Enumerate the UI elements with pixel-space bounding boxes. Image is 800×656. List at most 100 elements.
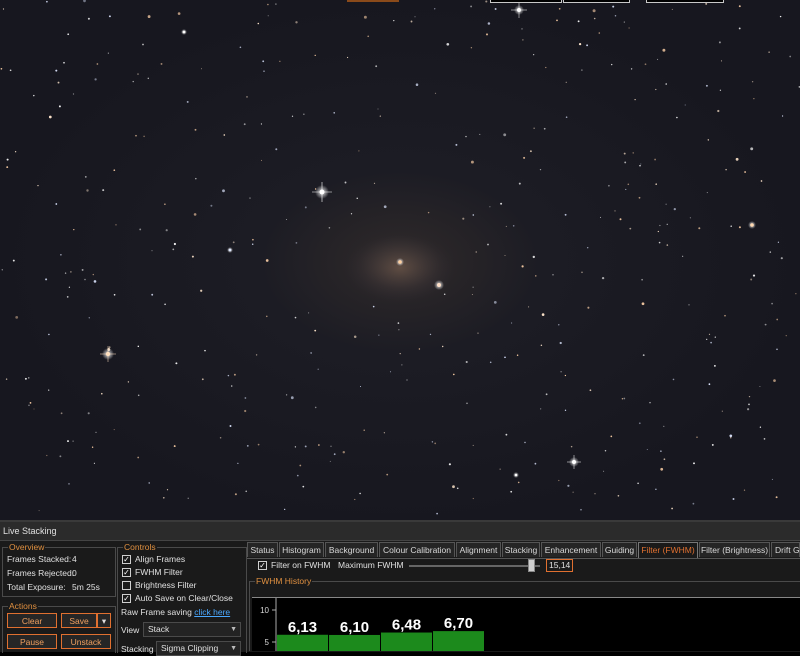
frames-rejected-value: 0 — [72, 568, 77, 578]
star — [505, 225, 507, 227]
tab-filter-fwhm[interactable]: Filter (FWHM) — [638, 542, 698, 558]
filter-on-fwhm-checkbox[interactable]: ✓ — [258, 561, 267, 570]
star — [504, 356, 506, 359]
star — [532, 255, 535, 259]
fwhm-filter-checkbox[interactable]: ✓ — [122, 568, 131, 577]
star — [659, 224, 661, 227]
star — [0, 67, 3, 70]
panel-title: Live Stacking — [0, 522, 800, 541]
star — [614, 15, 617, 17]
tab-guiding[interactable]: Guiding — [602, 542, 637, 557]
star — [666, 223, 668, 225]
fwhm-bar-value-label: 6,13 — [288, 619, 317, 636]
star — [294, 446, 297, 448]
star — [500, 202, 503, 205]
save-options-button[interactable]: ▾ — [97, 613, 111, 628]
stacked-image-view[interactable] — [0, 0, 800, 520]
click-here-link[interactable]: click here — [194, 607, 230, 617]
auto-save-checkbox[interactable]: ✓ — [122, 594, 131, 603]
brightness-filter-checkbox[interactable] — [122, 581, 131, 590]
star — [260, 123, 262, 125]
tab-stacking[interactable]: Stacking — [502, 542, 540, 557]
star — [127, 381, 130, 383]
star — [494, 8, 497, 10]
star — [267, 3, 269, 6]
star — [393, 19, 395, 22]
star — [87, 17, 90, 20]
maximum-fwhm-slider-thumb[interactable] — [528, 559, 535, 572]
clear-button[interactable]: Clear — [7, 613, 57, 628]
star-field — [0, 0, 800, 515]
save-button[interactable]: Save — [61, 613, 97, 628]
star — [68, 286, 71, 288]
star — [94, 78, 97, 81]
star — [33, 94, 35, 97]
star — [641, 302, 645, 306]
maximum-fwhm-slider-track[interactable] — [409, 565, 540, 567]
star — [151, 250, 153, 252]
align-frames-checkbox[interactable]: ✓ — [122, 555, 131, 564]
maximum-fwhm-input[interactable]: 15,14 — [546, 559, 573, 572]
star — [776, 348, 778, 351]
raw-frame-saving-label: Raw Frame saving click here — [121, 607, 230, 618]
tab-filter-brightness[interactable]: Filter (Brightness) — [699, 542, 770, 557]
star — [472, 497, 474, 500]
star — [200, 289, 203, 292]
star — [472, 286, 474, 288]
star — [204, 349, 206, 352]
chevron-down-icon: ▼ — [230, 626, 237, 633]
star — [418, 348, 421, 350]
tab-alignment[interactable]: Alignment — [456, 542, 501, 557]
stacking-dropdown[interactable]: Sigma Clipping ▼ — [156, 641, 241, 656]
star — [534, 462, 537, 465]
star — [246, 96, 248, 98]
tab-drift-guiding[interactable]: Drift G — [771, 542, 800, 557]
pause-button[interactable]: Pause — [7, 634, 57, 649]
unstack-button[interactable]: Unstack — [61, 634, 111, 649]
star — [539, 168, 542, 171]
star — [73, 228, 75, 231]
star — [465, 135, 467, 138]
tab-histogram[interactable]: Histogram — [279, 542, 324, 557]
star — [673, 207, 676, 211]
star — [489, 206, 491, 208]
view-dropdown[interactable]: Stack ▼ — [143, 622, 241, 637]
star — [48, 333, 50, 336]
tab-enhancement[interactable]: Enhancement — [541, 542, 601, 557]
star — [516, 354, 519, 356]
star — [72, 93, 75, 95]
star — [135, 134, 137, 137]
star — [28, 404, 30, 407]
star — [777, 241, 780, 243]
tab-colour-calibration[interactable]: Colour Calibration — [379, 542, 455, 557]
star — [193, 213, 197, 216]
star — [48, 389, 50, 391]
star — [748, 403, 750, 406]
star — [518, 182, 521, 185]
star — [436, 512, 438, 515]
star — [775, 496, 778, 499]
star — [275, 3, 277, 5]
tab-status[interactable]: Status — [247, 542, 278, 557]
star — [533, 127, 535, 129]
tab-background[interactable]: Background — [325, 542, 378, 557]
star — [63, 61, 65, 64]
star — [485, 0, 488, 3]
star — [688, 304, 690, 306]
star — [284, 508, 286, 511]
star — [718, 41, 721, 44]
star — [642, 354, 645, 356]
star — [785, 335, 787, 337]
star — [471, 293, 473, 296]
star — [12, 259, 15, 262]
star — [565, 81, 567, 83]
star — [72, 440, 74, 442]
star — [543, 127, 546, 130]
star — [732, 498, 735, 500]
star — [660, 467, 664, 471]
star — [81, 268, 84, 271]
star — [776, 318, 779, 321]
star — [33, 408, 35, 410]
fwhm-history-plot: 10 5 6,13 6,10 6,48 6,70 — [260, 598, 484, 651]
star — [14, 151, 17, 153]
